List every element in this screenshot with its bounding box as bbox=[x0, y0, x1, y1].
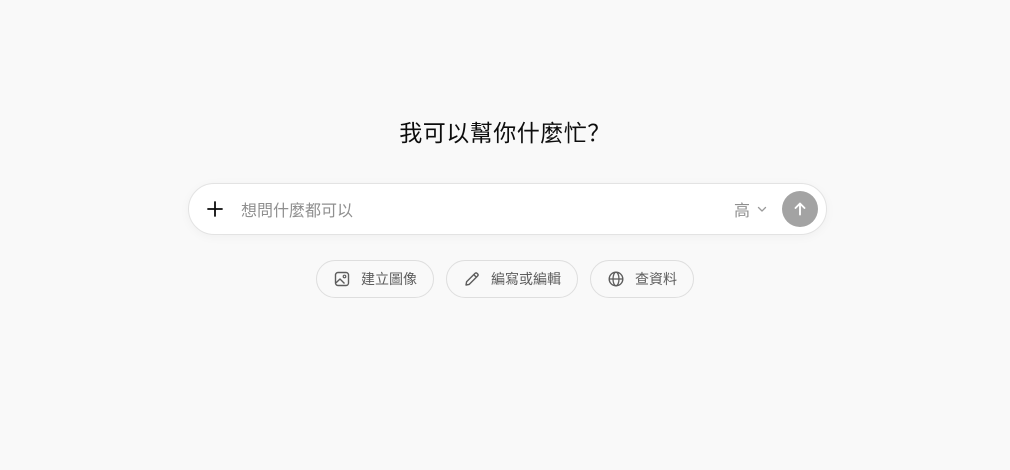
page-title: 我可以幫你什麼忙？ bbox=[399, 121, 611, 147]
create-image-button[interactable]: 建立圖像 bbox=[316, 260, 434, 298]
model-selector-label: 高 bbox=[733, 201, 750, 220]
prompt-input[interactable]: 想問什麼都可以 bbox=[241, 197, 734, 221]
write-edit-label: 編寫或編輯 bbox=[491, 272, 561, 288]
chevron-down-icon bbox=[757, 206, 767, 212]
plus-icon bbox=[207, 201, 223, 217]
send-button[interactable] bbox=[782, 191, 818, 227]
pencil-icon bbox=[465, 272, 479, 286]
model-selector[interactable]: 高 bbox=[734, 197, 768, 221]
image-icon bbox=[334, 271, 350, 287]
globe-icon bbox=[608, 271, 624, 287]
suggestion-chips: 建立圖像 編寫或編輯 查資料 bbox=[0, 260, 1010, 298]
chat-home: 我可以幫你什麼忙？ 想問什麼都可以 高 建立圖像 編寫或編輯 查資料 bbox=[0, 0, 1010, 470]
arrow-up-icon bbox=[794, 202, 806, 216]
research-button[interactable]: 查資料 bbox=[590, 260, 694, 298]
write-edit-button[interactable]: 編寫或編輯 bbox=[446, 260, 578, 298]
add-attachment-button[interactable] bbox=[197, 191, 233, 227]
composer[interactable]: 想問什麼都可以 高 bbox=[188, 183, 827, 235]
research-label: 查資料 bbox=[635, 272, 677, 288]
create-image-label: 建立圖像 bbox=[361, 272, 417, 288]
